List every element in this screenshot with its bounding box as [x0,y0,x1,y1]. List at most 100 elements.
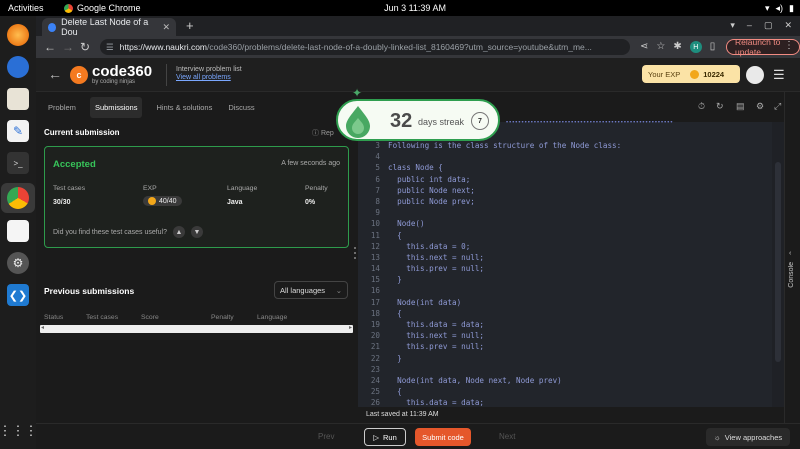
text-editor-icon[interactable]: ✎ [7,120,29,142]
vscode-icon[interactable]: ❮❯ [7,284,29,306]
code-line[interactable]: Node(int data, Node next, Node prev) [388,375,778,386]
editor-vertical-scrollbar[interactable] [772,122,784,407]
code-line[interactable]: } [388,353,778,364]
code-line[interactable] [388,285,778,296]
thunderbird-icon[interactable] [7,56,29,78]
forward-icon[interactable]: → [62,40,74,54]
table-horizontal-scrollbar[interactable]: ◂ ▸ [40,325,353,333]
code360-logo[interactable]: c code360 by coding ninjas [70,64,152,85]
code-line[interactable]: Following is the class structure of the … [388,140,778,151]
tab-search-icon[interactable]: ▾ [730,20,735,31]
sidebar-icon[interactable]: ▯ [710,41,716,53]
code-line[interactable]: { [388,308,778,319]
view-all-problems-link[interactable]: View all problems [176,74,242,82]
tab-hints-solutions[interactable]: Hints & solutions [154,95,214,120]
app-grid-icon[interactable]: ⋮⋮⋮ [0,420,38,442]
fullscreen-icon[interactable]: ⤢ [774,101,781,112]
panel-tabs: Problem Submissions Hints & solutions Di… [36,92,356,122]
back-arrow-icon[interactable]: ← [48,66,62,82]
minimize-icon[interactable]: – [747,20,752,31]
language-filter-value: All languages [280,285,326,295]
prev-button[interactable]: Prev [318,432,334,441]
window-controls: ▾ – ▢ ✕ [730,20,792,31]
code-line[interactable]: } [388,274,778,285]
stat-value: 30/30 [53,199,71,206]
terminal-icon[interactable]: >_ [7,152,29,174]
exp-badge[interactable]: Your EXP 10224 [642,65,740,83]
code-line[interactable]: this.prev = null; [388,341,778,352]
bookmark-star-icon[interactable]: ☆ [656,41,665,53]
chrome-menu-icon[interactable]: ⋮ [784,40,794,51]
language-filter-select[interactable]: All languages ⌄ [274,281,348,299]
code-line[interactable]: Node() [388,218,778,229]
activities-button[interactable]: Activities [8,3,44,13]
settings-icon[interactable]: ⚙ [7,252,29,274]
wifi-icon: ▾ [765,3,770,13]
new-tab-icon[interactable]: + [186,18,194,33]
back-icon[interactable]: ← [44,40,56,54]
streak-popup[interactable]: 32 days streak 7 [336,99,500,141]
report-button[interactable]: ⓘ Rep [312,128,334,138]
panel-resize-handle[interactable] [353,247,357,267]
code-line[interactable]: this.next = null; [388,330,778,341]
dotted-separator: ••••••••••••••••••••••••••••••••••••••••… [506,121,674,125]
code-line[interactable]: public int data; [388,174,778,185]
code-line[interactable]: class Node { [388,162,778,173]
code-line[interactable]: this.next = null; [388,252,778,263]
submit-code-button[interactable]: Submit code [415,428,471,446]
site-info-icon[interactable]: ☰ [106,42,114,53]
address-bar[interactable]: ☰ https://www.naukri.com/code360/problem… [100,39,630,55]
code-line[interactable]: public Node prev; [388,196,778,207]
chrome-dock-icon[interactable] [7,187,29,209]
thumbs-up-icon[interactable]: ▲ [173,226,186,238]
run-button[interactable]: ▷ Run [364,428,406,446]
timer-icon[interactable]: ⏱ [698,101,705,112]
scroll-left-icon[interactable]: ◂ [41,324,44,331]
system-tray[interactable]: ▾ ◂) ▮ [765,3,794,14]
user-avatar[interactable] [746,66,764,84]
editor-settings-icon[interactable]: ⚙ [756,101,764,112]
code-line[interactable]: public Node next; [388,185,778,196]
files-icon[interactable] [7,88,29,110]
scroll-right-icon[interactable]: ▸ [349,324,352,331]
code-lines[interactable]: Following is the class structure of the … [388,140,778,409]
code-line[interactable] [388,207,778,218]
code-line[interactable]: this.data = 0; [388,241,778,252]
profile-avatar[interactable]: H [689,41,702,53]
favicon-icon [48,22,57,32]
tab-problem[interactable]: Problem [46,95,78,120]
code-editor[interactable]: ⏱ ↻ ▤ ⚙ ⤢ ••••••••••••••••••••••••••••••… [358,92,784,423]
code-line[interactable]: { [388,386,778,397]
clock[interactable]: Jun 3 11:39 AM [370,3,460,13]
code-line[interactable]: Node(int data) [388,297,778,308]
close-tab-icon[interactable]: ✕ [162,22,170,33]
thumbs-down-icon[interactable]: ▼ [191,226,204,238]
tab-submissions[interactable]: Submissions [89,96,143,118]
notes-icon[interactable]: ▤ [736,101,745,112]
view-approaches-button[interactable]: ☼ View approaches [706,428,790,446]
extensions-icon[interactable]: ✱ [673,41,681,53]
browser-tab[interactable]: Delete Last Node of a Dou ✕ [42,17,176,37]
code-line[interactable]: this.prev = null; [388,263,778,274]
tab-discuss[interactable]: Discuss [226,95,256,120]
scroll-thumb[interactable] [775,162,781,362]
next-button[interactable]: Next [499,432,515,441]
reset-icon[interactable]: ↻ [716,101,724,112]
share-icon[interactable]: ⋖ [640,41,648,53]
console-panel-toggle[interactable]: ‹ Console [784,92,800,423]
code-line[interactable]: this.data = data; [388,319,778,330]
close-window-icon[interactable]: ✕ [784,20,792,31]
code-line[interactable] [388,364,778,375]
code-line[interactable]: { [388,230,778,241]
reload-icon[interactable]: ↻ [80,40,90,54]
maximize-icon[interactable]: ▢ [764,20,773,31]
hamburger-menu-icon[interactable]: ☰ [773,67,785,83]
exp-pill: 40/40 [143,196,182,206]
code-line[interactable] [388,151,778,162]
calendar-icon[interactable] [7,220,29,242]
site-header: ← c code360 by coding ninjas Interview p… [36,58,800,92]
stat-language: Language Java [227,185,257,206]
logo-text: code360 [92,63,153,80]
firefox-icon[interactable] [7,24,29,46]
app-menu[interactable]: Google Chrome [64,3,141,13]
